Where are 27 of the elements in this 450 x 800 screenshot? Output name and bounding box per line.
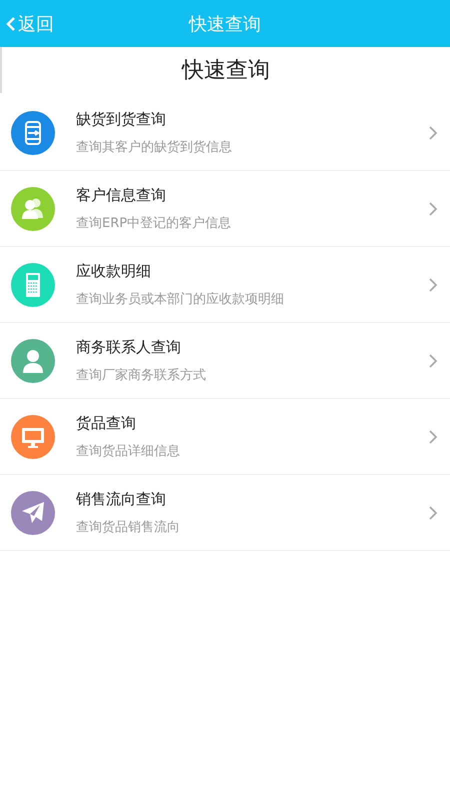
header-title: 快速查询 [189,14,261,34]
item-title: 销售流向查询 [76,490,167,508]
chevron-icon [428,200,438,216]
item-title: 商务联系人查询 [76,338,182,356]
item-title: 缺货到货查询 [76,110,167,128]
menu-item[interactable]: 货品查询 查询货品详细信息 [0,399,450,475]
chevron-icon [428,352,438,368]
menu-item[interactable]: 应收款明细 查询业务员或本部门的应收款项明细 [0,247,450,323]
menu-item[interactable]: 客户信息查询 查询ERP中登记的客户信息 [0,171,450,247]
menu-item[interactable]: 销售流向查询 查询货品销售流向 [0,475,450,551]
item-subtitle: 查询货品详细信息 [76,442,181,460]
back-icon [6,16,16,32]
page-title: 快速查询 [0,47,450,93]
item-subtitle: 查询厂家商务联系方式 [76,366,207,384]
chevron-icon [428,504,438,520]
item-subtitle: 查询其客户的缺货到货信息 [76,138,233,156]
item-subtitle: 查询货品销售流向 [76,518,181,536]
item-subtitle: 查询ERP中登记的客户信息 [76,214,232,232]
item-title: 应收款明细 [76,262,152,280]
item-title: 客户信息查询 [76,186,167,204]
chevron-icon [428,124,438,140]
chevron-icon [428,428,438,444]
menu-item[interactable]: 缺货到货查询 查询其客户的缺货到货信息 [0,95,450,171]
item-title: 货品查询 [76,414,137,432]
item-subtitle: 查询业务员或本部门的应收款项明细 [76,290,285,308]
chevron-icon [428,276,438,292]
menu-item[interactable]: 商务联系人查询 查询厂家商务联系方式 [0,323,450,399]
